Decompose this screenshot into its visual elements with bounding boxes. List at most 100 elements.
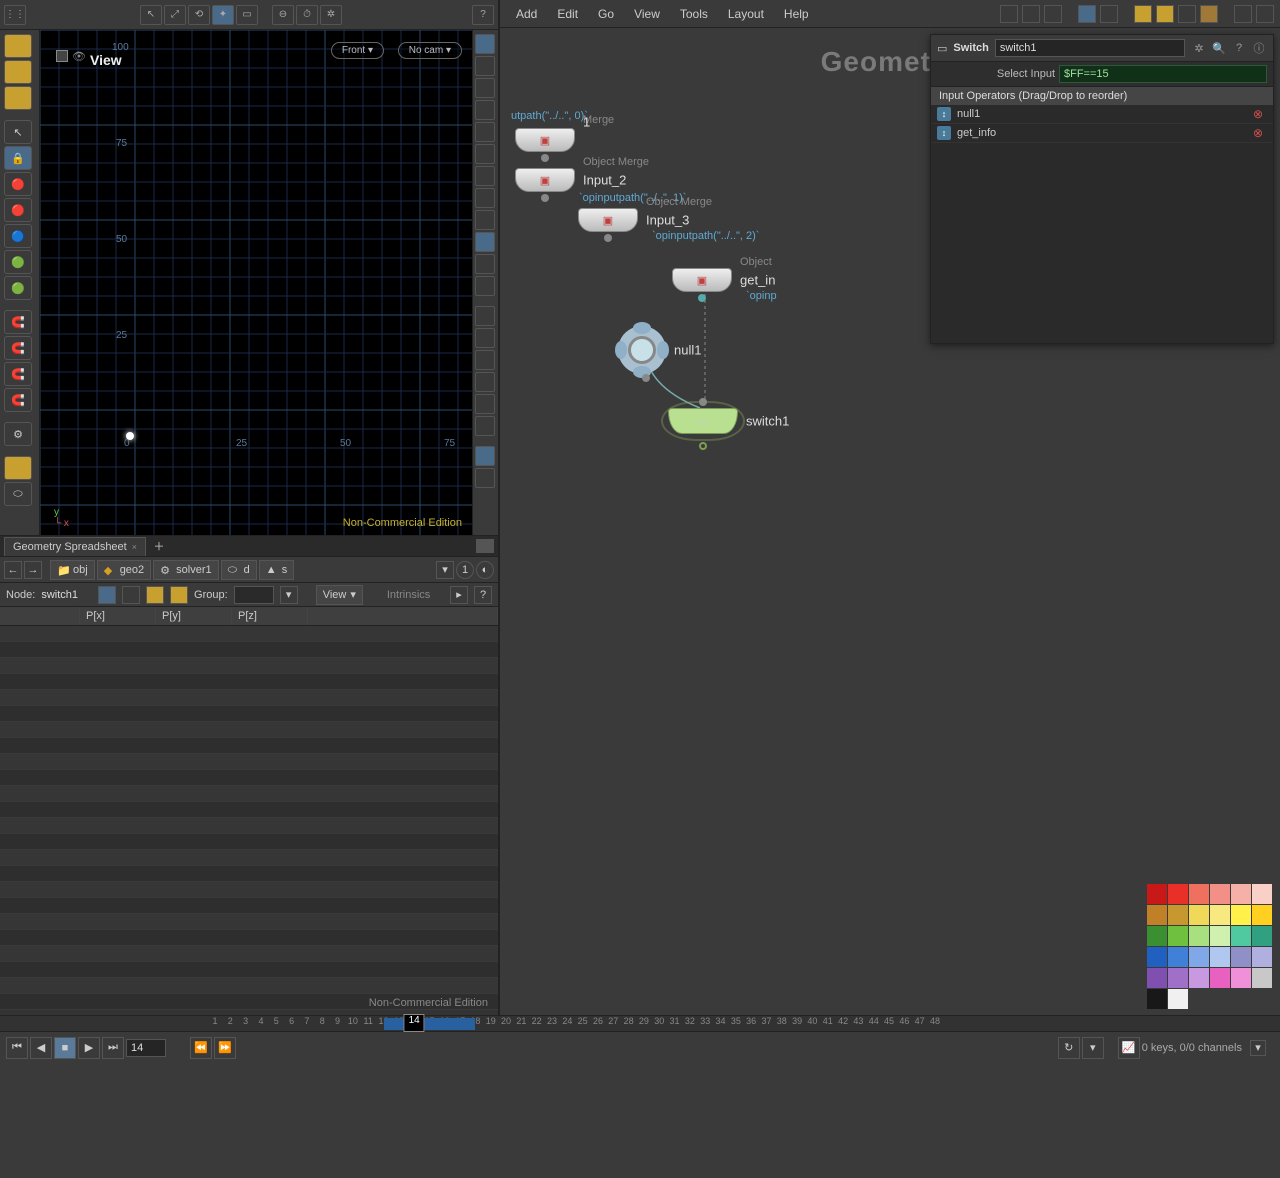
gear-tool-icon[interactable]: ⚙ — [4, 422, 32, 446]
select-tool-icon[interactable]: ↖ — [4, 120, 32, 144]
path-d[interactable]: ⬭d — [221, 560, 257, 580]
table-row[interactable] — [0, 690, 498, 706]
palette-swatch[interactable] — [1210, 905, 1230, 925]
palette-swatch[interactable] — [1168, 905, 1188, 925]
table-row[interactable] — [0, 786, 498, 802]
palette-swatch[interactable] — [1168, 968, 1188, 988]
tool-icon-8[interactable]: ✲ — [320, 5, 342, 25]
mode-prim-icon[interactable] — [146, 586, 164, 604]
table-row[interactable] — [0, 962, 498, 978]
comment-icon[interactable] — [1156, 5, 1174, 23]
palette-swatch[interactable] — [1231, 926, 1251, 946]
tool-icon-4[interactable]: ✦ — [212, 5, 234, 25]
channel-menu-icon[interactable]: ▾ — [1250, 1040, 1266, 1056]
menu-edit[interactable]: Edit — [547, 3, 588, 25]
step-fwd-button[interactable]: ⏩ — [214, 1037, 236, 1059]
palette-swatch[interactable] — [1147, 884, 1167, 904]
table-row[interactable] — [0, 642, 498, 658]
table-row[interactable] — [0, 930, 498, 946]
table-row[interactable] — [0, 978, 498, 994]
col-pz[interactable]: P[z] — [232, 607, 308, 625]
node-get-in[interactable]: Object ▣ get_in `opinp — [672, 268, 732, 292]
rshelf-12-icon[interactable] — [475, 372, 495, 392]
menu-help[interactable]: Help — [774, 3, 819, 25]
palette-swatch[interactable] — [1210, 947, 1230, 967]
pin-icon[interactable] — [476, 539, 494, 553]
reorder-icon[interactable]: ↕ — [937, 126, 951, 140]
view-cube-icon[interactable] — [56, 50, 68, 62]
palette-swatch[interactable] — [1168, 947, 1188, 967]
rshelf-lock-icon[interactable] — [475, 100, 495, 120]
rshelf-7[interactable] — [475, 232, 495, 252]
rshelf-dot-icon[interactable] — [475, 306, 495, 326]
shelf-tool-3[interactable] — [4, 86, 32, 110]
search-icon[interactable] — [1234, 5, 1252, 23]
node-merge-1[interactable]: Merge ▣ 1 utpath("../..", 0)` — [515, 128, 575, 152]
path-geo2[interactable]: ◆geo2 — [97, 560, 151, 580]
rshelf-dir-icon[interactable] — [475, 394, 495, 414]
path-opt2-icon[interactable]: ◐ — [476, 561, 494, 579]
folder-icon[interactable] — [1200, 5, 1218, 23]
reorder-icon[interactable]: ↕ — [937, 107, 951, 121]
node-input-3[interactable]: Object Merge ▣ Input_3 `opinputpath("../… — [578, 208, 638, 232]
table-row[interactable] — [0, 738, 498, 754]
shelf-tool-c[interactable]: 🔵 — [4, 224, 32, 248]
palette-swatch[interactable] — [1147, 989, 1167, 1009]
current-frame-input[interactable] — [126, 1039, 166, 1057]
last-frame-button[interactable]: ⏭ — [102, 1037, 124, 1059]
menu-view[interactable]: View — [624, 3, 670, 25]
camera-front-dropdown[interactable]: Front ▾ — [331, 42, 384, 59]
table-row[interactable] — [0, 914, 498, 930]
play-button[interactable]: ▶ — [78, 1037, 100, 1059]
magnet-tool-1[interactable]: 🧲 — [4, 310, 32, 334]
image-icon[interactable] — [1178, 5, 1196, 23]
palette-swatch[interactable] — [1252, 947, 1272, 967]
tool-icon-2[interactable]: ⤢ — [164, 5, 186, 25]
table-row[interactable] — [0, 754, 498, 770]
rshelf-5[interactable] — [475, 144, 495, 164]
palette-swatch[interactable] — [1147, 905, 1167, 925]
group-input[interactable] — [234, 586, 274, 604]
palette-swatch[interactable] — [1231, 947, 1251, 967]
tool-icon-7[interactable]: ⏱ — [296, 5, 318, 25]
magnet-tool-3[interactable]: 🧲 — [4, 362, 32, 386]
tool-icon-5[interactable]: ▭ — [236, 5, 258, 25]
palette-swatch[interactable] — [1147, 947, 1167, 967]
spreadsheet-table[interactable]: P[x] P[y] P[z] Non-Commercial Edition — [0, 607, 498, 1015]
rshelf-1[interactable] — [475, 34, 495, 54]
path-solver1[interactable]: ⚙solver1 — [153, 560, 218, 580]
viewport-canvas[interactable]: 👁 View Front ▾ No cam ▾ 0 25 50 75 25 50… — [40, 30, 472, 535]
table-icon[interactable] — [1100, 5, 1118, 23]
wrench-icon[interactable] — [1000, 5, 1018, 23]
input-op-item[interactable]: ↕ null1 ⊗ — [931, 105, 1273, 124]
loop-icon[interactable]: ↻ — [1058, 1037, 1080, 1059]
path-dropdown-icon[interactable]: ▾ — [436, 561, 454, 579]
eye-icon[interactable]: 👁 — [72, 50, 86, 63]
palette-swatch[interactable] — [1252, 905, 1272, 925]
page-icon[interactable] — [1044, 5, 1062, 23]
tool-icon-6[interactable]: ⊖ — [272, 5, 294, 25]
rshelf-3[interactable] — [475, 78, 495, 98]
lock-tool-icon[interactable]: 🔒 — [4, 146, 32, 170]
note-icon[interactable] — [1134, 5, 1152, 23]
rshelf-bulb2-icon[interactable] — [475, 188, 495, 208]
tool-icon-1[interactable]: ↖ — [140, 5, 162, 25]
magnet-tool-2[interactable]: 🧲 — [4, 336, 32, 360]
list-icon[interactable] — [1022, 5, 1040, 23]
table-row[interactable] — [0, 706, 498, 722]
param-name-input[interactable] — [995, 39, 1185, 57]
rshelf-6[interactable] — [475, 210, 495, 230]
node-null1[interactable]: null1 — [618, 326, 666, 374]
menu-go[interactable]: Go — [588, 3, 624, 25]
path-opt1-icon[interactable]: 1 — [456, 561, 474, 579]
palette-swatch[interactable] — [1168, 926, 1188, 946]
table-row[interactable] — [0, 882, 498, 898]
param-gear-icon[interactable]: ✲ — [1191, 40, 1207, 56]
path-obj[interactable]: 📁obj — [50, 560, 95, 580]
help-icon[interactable]: ? — [472, 5, 494, 25]
mode-detail-icon[interactable] — [170, 586, 188, 604]
palette-swatch[interactable] — [1252, 884, 1272, 904]
view-dropdown[interactable]: View ▾ — [316, 585, 363, 605]
home-icon[interactable] — [1256, 5, 1274, 23]
shelf-tool-b[interactable]: 🔴 — [4, 198, 32, 222]
